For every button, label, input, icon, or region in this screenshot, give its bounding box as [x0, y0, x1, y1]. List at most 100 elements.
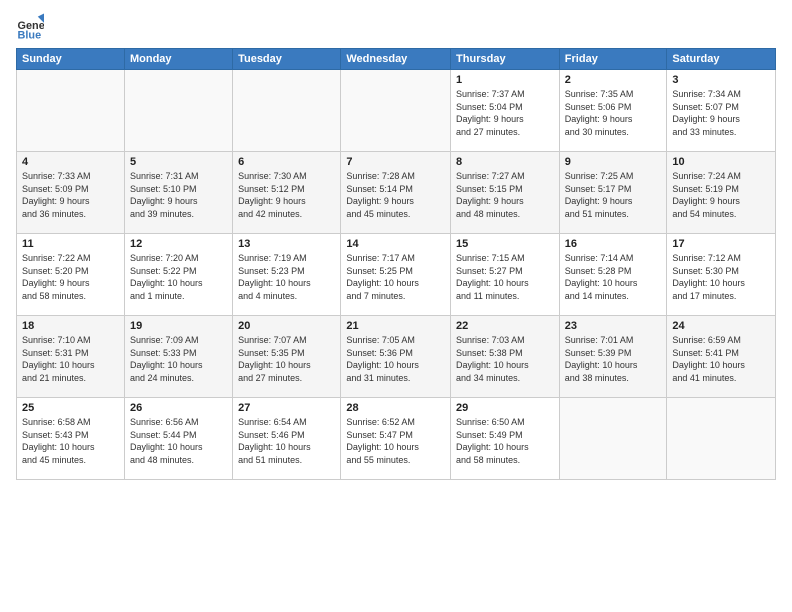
day-info: Sunrise: 7:34 AM Sunset: 5:07 PM Dayligh…: [672, 88, 770, 138]
calendar-cell: 13 Sunrise: 7:19 AM Sunset: 5:23 PM Dayli…: [233, 234, 341, 316]
day-info: Sunrise: 7:27 AM Sunset: 5:15 PM Dayligh…: [456, 170, 554, 220]
day-info: Sunrise: 7:28 AM Sunset: 5:14 PM Dayligh…: [346, 170, 445, 220]
day-number: 29: [456, 402, 554, 414]
day-info: Sunrise: 7:10 AM Sunset: 5:31 PM Dayligh…: [22, 334, 119, 384]
day-info: Sunrise: 7:12 AM Sunset: 5:30 PM Dayligh…: [672, 252, 770, 302]
calendar-cell: 20 Sunrise: 7:07 AM Sunset: 5:35 PM Dayli…: [233, 316, 341, 398]
day-number: 20: [238, 320, 335, 332]
calendar-cell: 23 Sunrise: 7:01 AM Sunset: 5:39 PM Dayli…: [559, 316, 667, 398]
calendar-cell: [341, 70, 451, 152]
header: General Blue: [16, 12, 776, 40]
calendar-cell: 4 Sunrise: 7:33 AM Sunset: 5:09 PM Daylig…: [17, 152, 125, 234]
calendar-cell: [124, 70, 232, 152]
calendar-cell: 2 Sunrise: 7:35 AM Sunset: 5:06 PM Daylig…: [559, 70, 667, 152]
day-number: 3: [672, 74, 770, 86]
day-info: Sunrise: 7:31 AM Sunset: 5:10 PM Dayligh…: [130, 170, 227, 220]
calendar-cell: 16Sunrise: 7:14 AM Sunset: 5:28 PM Dayli…: [559, 234, 667, 316]
day-number: 14: [346, 238, 445, 250]
calendar-cell: 1 Sunrise: 7:37 AM Sunset: 5:04 PM Daylig…: [451, 70, 560, 152]
day-info: Sunrise: 7:35 AM Sunset: 5:06 PM Dayligh…: [565, 88, 662, 138]
calendar-cell: 6Sunrise: 7:30 AM Sunset: 5:12 PM Daylig…: [233, 152, 341, 234]
day-number: 28: [346, 402, 445, 414]
calendar-cell: 8 Sunrise: 7:27 AM Sunset: 5:15 PM Daylig…: [451, 152, 560, 234]
day-info: Sunrise: 6:56 AM Sunset: 5:44 PM Dayligh…: [130, 416, 227, 466]
day-number: 25: [22, 402, 119, 414]
calendar-cell: 3 Sunrise: 7:34 AM Sunset: 5:07 PM Daylig…: [667, 70, 776, 152]
weekday-header-tuesday: Tuesday: [233, 49, 341, 70]
calendar-cell: 5Sunrise: 7:31 AM Sunset: 5:10 PM Daylig…: [124, 152, 232, 234]
day-info: Sunrise: 7:17 AM Sunset: 5:25 PM Dayligh…: [346, 252, 445, 302]
day-info: Sunrise: 7:37 AM Sunset: 5:04 PM Dayligh…: [456, 88, 554, 138]
calendar-cell: 26 Sunrise: 6:56 AM Sunset: 5:44 PM Dayli…: [124, 398, 232, 480]
day-info: Sunrise: 6:52 AM Sunset: 5:47 PM Dayligh…: [346, 416, 445, 466]
calendar-table: SundayMondayTuesdayWednesdayThursdayFrid…: [16, 48, 776, 480]
calendar-cell: 28 Sunrise: 6:52 AM Sunset: 5:47 PM Dayli…: [341, 398, 451, 480]
calendar-cell: 25 Sunrise: 6:58 AM Sunset: 5:43 PM Dayli…: [17, 398, 125, 480]
calendar-cell: 9 Sunrise: 7:25 AM Sunset: 5:17 PM Daylig…: [559, 152, 667, 234]
day-info: Sunrise: 7:22 AM Sunset: 5:20 PM Dayligh…: [22, 252, 119, 302]
day-info: Sunrise: 7:01 AM Sunset: 5:39 PM Dayligh…: [565, 334, 662, 384]
day-info: Sunrise: 7:09 AM Sunset: 5:33 PM Dayligh…: [130, 334, 227, 384]
day-info: Sunrise: 6:54 AM Sunset: 5:46 PM Dayligh…: [238, 416, 335, 466]
calendar-cell: [17, 70, 125, 152]
day-info: Sunrise: 7:25 AM Sunset: 5:17 PM Dayligh…: [565, 170, 662, 220]
day-number: 18: [22, 320, 119, 332]
weekday-header-friday: Friday: [559, 49, 667, 70]
calendar-cell: [667, 398, 776, 480]
calendar-cell: 7Sunrise: 7:28 AM Sunset: 5:14 PM Daylig…: [341, 152, 451, 234]
calendar-cell: [559, 398, 667, 480]
calendar-cell: 17 Sunrise: 7:12 AM Sunset: 5:30 PM Dayli…: [667, 234, 776, 316]
weekday-header-thursday: Thursday: [451, 49, 560, 70]
svg-text:Blue: Blue: [18, 29, 42, 40]
calendar-cell: 18 Sunrise: 7:10 AM Sunset: 5:31 PM Dayli…: [17, 316, 125, 398]
day-info: Sunrise: 6:58 AM Sunset: 5:43 PM Dayligh…: [22, 416, 119, 466]
day-number: 22: [456, 320, 554, 332]
day-info: Sunrise: 6:50 AM Sunset: 5:49 PM Dayligh…: [456, 416, 554, 466]
day-number: 13: [238, 238, 335, 250]
calendar-cell: 29 Sunrise: 6:50 AM Sunset: 5:49 PM Dayli…: [451, 398, 560, 480]
day-number: 4: [22, 156, 119, 168]
day-number: 2: [565, 74, 662, 86]
day-number: 10: [672, 156, 770, 168]
day-info: Sunrise: 7:15 AM Sunset: 5:27 PM Dayligh…: [456, 252, 554, 302]
day-info: Sunrise: 7:33 AM Sunset: 5:09 PM Dayligh…: [22, 170, 119, 220]
day-info: Sunrise: 7:19 AM Sunset: 5:23 PM Dayligh…: [238, 252, 335, 302]
calendar-cell: 22 Sunrise: 7:03 AM Sunset: 5:38 PM Dayli…: [451, 316, 560, 398]
calendar-cell: 27 Sunrise: 6:54 AM Sunset: 5:46 PM Dayli…: [233, 398, 341, 480]
day-info: Sunrise: 7:03 AM Sunset: 5:38 PM Dayligh…: [456, 334, 554, 384]
weekday-header-saturday: Saturday: [667, 49, 776, 70]
calendar-cell: 10 Sunrise: 7:24 AM Sunset: 5:19 PM Dayli…: [667, 152, 776, 234]
weekday-header-row: SundayMondayTuesdayWednesdayThursdayFrid…: [17, 49, 776, 70]
day-number: 21: [346, 320, 445, 332]
logo: General Blue: [16, 12, 44, 40]
day-number: 24: [672, 320, 770, 332]
day-info: Sunrise: 7:24 AM Sunset: 5:19 PM Dayligh…: [672, 170, 770, 220]
day-number: 27: [238, 402, 335, 414]
day-number: 11: [22, 238, 119, 250]
day-number: 16: [565, 238, 662, 250]
weekday-header-wednesday: Wednesday: [341, 49, 451, 70]
calendar-week-row: 25 Sunrise: 6:58 AM Sunset: 5:43 PM Dayli…: [17, 398, 776, 480]
calendar-cell: 19 Sunrise: 7:09 AM Sunset: 5:33 PM Dayli…: [124, 316, 232, 398]
day-number: 9: [565, 156, 662, 168]
day-number: 1: [456, 74, 554, 86]
day-number: 17: [672, 238, 770, 250]
day-number: 6: [238, 156, 335, 168]
weekday-header-monday: Monday: [124, 49, 232, 70]
day-number: 26: [130, 402, 227, 414]
day-info: Sunrise: 7:20 AM Sunset: 5:22 PM Dayligh…: [130, 252, 227, 302]
calendar-week-row: 11 Sunrise: 7:22 AM Sunset: 5:20 PM Dayli…: [17, 234, 776, 316]
day-number: 23: [565, 320, 662, 332]
day-info: Sunrise: 6:59 AM Sunset: 5:41 PM Dayligh…: [672, 334, 770, 384]
logo-icon: General Blue: [16, 12, 44, 40]
weekday-header-sunday: Sunday: [17, 49, 125, 70]
day-info: Sunrise: 7:07 AM Sunset: 5:35 PM Dayligh…: [238, 334, 335, 384]
calendar-cell: 15 Sunrise: 7:15 AM Sunset: 5:27 PM Dayli…: [451, 234, 560, 316]
calendar-page: General Blue SundayMondayTuesdayWednesda…: [0, 0, 792, 612]
day-number: 12: [130, 238, 227, 250]
day-number: 15: [456, 238, 554, 250]
calendar-week-row: 1 Sunrise: 7:37 AM Sunset: 5:04 PM Daylig…: [17, 70, 776, 152]
calendar-cell: 11 Sunrise: 7:22 AM Sunset: 5:20 PM Dayli…: [17, 234, 125, 316]
day-number: 8: [456, 156, 554, 168]
day-number: 19: [130, 320, 227, 332]
